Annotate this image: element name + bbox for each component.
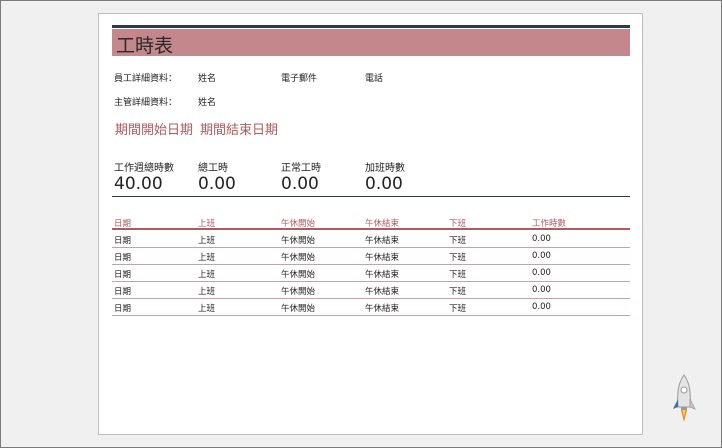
cell-date[interactable]: 日期 <box>114 234 131 246</box>
cell-time-in[interactable]: 上班 <box>198 268 215 280</box>
table-row: 日期 上班 午休開始 午休結束 下班 0.00 <box>112 265 630 282</box>
title-bar: 工時表 <box>112 29 630 58</box>
overtime-hours-label: 加班時數 <box>365 163 405 174</box>
period-end-field[interactable]: 期間結束日期 <box>200 119 278 138</box>
cell-work-hours: 0.00 <box>532 251 551 261</box>
cell-date[interactable]: 日期 <box>114 285 131 297</box>
manager-details-label: 主管詳細資料： <box>114 98 178 108</box>
total-hours-value: 0.00 <box>198 174 236 194</box>
table-header-rule <box>112 228 630 230</box>
table-row: 日期 上班 午休開始 午休結束 下班 0.00 <box>112 231 630 248</box>
overtime-hours-value: 0.00 <box>365 174 403 194</box>
cell-time-out[interactable]: 下班 <box>449 251 466 263</box>
cell-lunch-start[interactable]: 午休開始 <box>281 234 315 246</box>
cell-time-out[interactable]: 下班 <box>449 302 466 314</box>
cell-time-in[interactable]: 上班 <box>198 251 215 263</box>
cell-date[interactable]: 日期 <box>114 268 131 280</box>
cell-lunch-start[interactable]: 午休開始 <box>281 268 315 280</box>
employee-phone-field[interactable]: 電話 <box>365 71 383 84</box>
weekly-hours-label: 工作週總時數 <box>114 163 174 174</box>
manager-name-field[interactable]: 姓名 <box>198 95 216 108</box>
cell-lunch-start[interactable]: 午休開始 <box>281 251 315 263</box>
cell-time-in[interactable]: 上班 <box>198 234 215 246</box>
cell-work-hours: 0.00 <box>532 234 551 244</box>
weekly-hours-value[interactable]: 40.00 <box>114 174 163 194</box>
cell-lunch-start[interactable]: 午休開始 <box>281 285 315 297</box>
document-title[interactable]: 工時表 <box>116 31 173 58</box>
regular-hours-value: 0.00 <box>281 174 319 194</box>
document-page: 工時表 員工詳細資料： 姓名 電子郵件 電話 主管詳細資料： 姓名 期間開始日期… <box>98 13 643 435</box>
rocket-icon[interactable] <box>671 373 697 429</box>
employee-details-label: 員工詳細資料： <box>114 74 178 84</box>
title-top-rule <box>112 25 630 28</box>
cell-work-hours: 0.00 <box>532 302 551 312</box>
cell-time-in[interactable]: 上班 <box>198 302 215 314</box>
cell-work-hours: 0.00 <box>532 285 551 295</box>
cell-lunch-end[interactable]: 午休結束 <box>365 285 399 297</box>
summary-divider <box>112 196 630 197</box>
app-window: 工時表 員工詳細資料： 姓名 電子郵件 電話 主管詳細資料： 姓名 期間開始日期… <box>0 0 722 448</box>
employee-email-field[interactable]: 電子郵件 <box>281 71 317 84</box>
cell-time-out[interactable]: 下班 <box>449 234 466 246</box>
cell-lunch-end[interactable]: 午休結束 <box>365 234 399 246</box>
table-row: 日期 上班 午休開始 午休結束 下班 0.00 <box>112 248 630 265</box>
table-row: 日期 上班 午休開始 午休結束 下班 0.00 <box>112 299 630 316</box>
cell-lunch-end[interactable]: 午休結束 <box>365 302 399 314</box>
cell-time-in[interactable]: 上班 <box>198 285 215 297</box>
cell-lunch-end[interactable]: 午休結束 <box>365 251 399 263</box>
cell-lunch-start[interactable]: 午休開始 <box>281 302 315 314</box>
cell-date[interactable]: 日期 <box>114 251 131 263</box>
total-hours-label: 總工時 <box>198 163 228 174</box>
table-row: 日期 上班 午休開始 午休結束 下班 0.00 <box>112 282 630 299</box>
cell-time-out[interactable]: 下班 <box>449 268 466 280</box>
employee-name-field[interactable]: 姓名 <box>198 71 216 84</box>
cell-lunch-end[interactable]: 午休結束 <box>365 268 399 280</box>
regular-hours-label: 正常工時 <box>281 163 321 174</box>
cell-work-hours: 0.00 <box>532 268 551 278</box>
cell-time-out[interactable]: 下班 <box>449 285 466 297</box>
period-start-field[interactable]: 期間開始日期 <box>115 119 193 138</box>
cell-date[interactable]: 日期 <box>114 302 131 314</box>
